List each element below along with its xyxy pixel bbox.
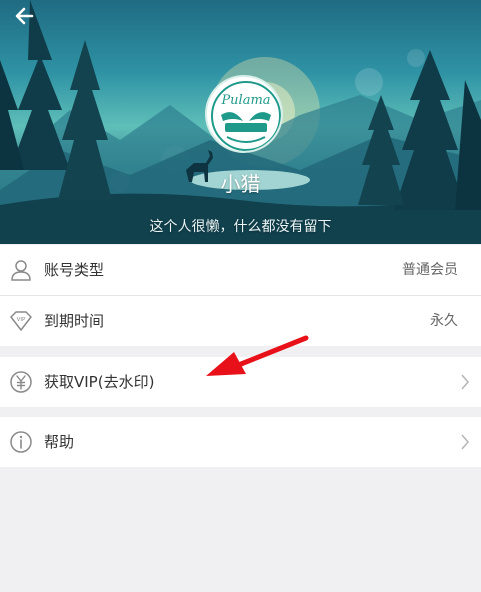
chevron-right-icon (461, 434, 470, 450)
vip-diamond-icon: VIP (10, 311, 32, 331)
signature: 这个人很懒，什么都没有留下 (149, 219, 332, 235)
avatar[interactable]: Pulama (205, 75, 283, 153)
expiry-value: 永久 (430, 313, 458, 329)
profile-header: Pulama 小猎 这个人很懒，什么都没有留下 (0, 0, 481, 244)
expiry-label: 到期时间 (44, 312, 105, 330)
yuan-icon (10, 371, 32, 393)
chevron-right-icon (461, 374, 470, 390)
account-type-label: 账号类型 (44, 261, 105, 279)
expiry-row[interactable]: VIP 到期时间 永久 (0, 296, 481, 346)
get-vip-label: 获取VIP(去水印) (44, 373, 155, 391)
help-row[interactable]: 帮助 (0, 417, 481, 467)
account-type-value: 普通会员 (402, 262, 458, 278)
svg-text:Pulama: Pulama (220, 93, 270, 108)
nickname: 小猎 (220, 172, 261, 196)
info-icon (10, 431, 32, 453)
user-icon (11, 260, 31, 281)
svg-text:VIP: VIP (17, 317, 26, 323)
account-type-row[interactable]: 账号类型 普通会员 (0, 245, 481, 295)
help-label: 帮助 (44, 433, 75, 451)
back-arrow-icon[interactable] (12, 4, 42, 30)
get-vip-row[interactable]: 获取VIP(去水印) (0, 357, 481, 407)
